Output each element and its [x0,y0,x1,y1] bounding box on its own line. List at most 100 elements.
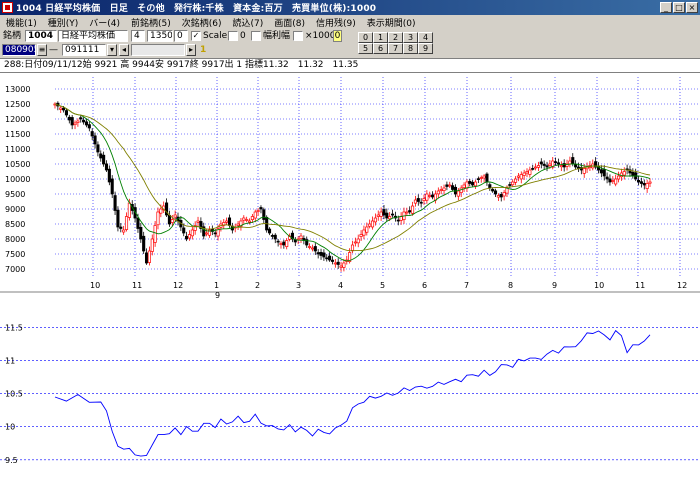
candle-down [642,182,646,186]
candle-down [562,163,566,168]
date-to-field[interactable]: 091111 [62,44,106,56]
candle-up [479,177,483,179]
candle-down [84,121,89,126]
candle-down [608,178,612,183]
date-dropdown-button[interactable]: ▾ [107,44,117,56]
candle-down [96,144,100,153]
menu-function[interactable]: 機能(1) [6,16,37,29]
indicator-y-tick-label: 9.5 [5,456,18,465]
menu-next-symbol[interactable]: 次銘柄(6) [182,16,222,29]
price-field[interactable]: 1350 [147,30,173,42]
candle-up [236,223,240,226]
candle-down [531,168,535,170]
candle-up [368,223,372,227]
candle-up [279,243,283,245]
menu-type[interactable]: 種別(Y) [48,16,79,29]
candle-down [322,252,326,258]
minimize-button[interactable]: _ [660,2,672,13]
price-x-tick-label: 1 [214,281,219,290]
candle-down [213,232,217,235]
candle-up [411,205,415,214]
candle-down [316,252,320,255]
candle-down [602,169,606,177]
menu-load[interactable]: 読込(7) [233,16,264,29]
date-from-field[interactable]: 080905 [2,44,36,56]
candle-down [267,228,272,234]
zero-check-label: 0 [240,31,246,41]
candle-up [245,219,249,221]
symbol-label: 銘柄 [3,31,22,41]
maximize-button[interactable]: □ [673,2,685,13]
price-y-tick-label: 11500 [5,130,30,139]
candle-up [448,184,452,187]
menu-screen[interactable]: 画面(8) [274,16,305,29]
candle-down [144,252,149,264]
zero-field[interactable]: 0 [174,30,188,42]
price-x-tick-label: 10 [594,281,604,290]
x1000-checkbox[interactable] [293,31,303,41]
candle-down [99,153,103,159]
candle-down [182,227,186,234]
zero-checkbox[interactable] [228,31,238,41]
candle-up [645,183,649,189]
num-button-3[interactable]: 3 [403,32,418,43]
candle-up [405,211,409,214]
candle-down [499,194,503,198]
menu-bar-type[interactable]: バー(4) [89,16,120,29]
candle-down [319,252,323,256]
candle-down [419,201,423,204]
candle-down [545,165,549,168]
price-y-tick-label: 12500 [5,100,30,109]
num-button-0[interactable]: 0 [358,32,373,43]
x1000-label: ×1000 [305,31,336,41]
candle-up [170,219,174,223]
price-x-tick-label: 7 [464,281,469,290]
candle-up [190,229,194,237]
symbol-code-field[interactable]: 1004 [25,30,57,42]
num-button-2[interactable]: 2 [388,32,403,43]
close-button[interactable]: × [686,2,698,13]
candle-up [159,208,163,214]
candle-down [493,190,498,195]
candle-down [468,181,472,184]
symbol-name-field[interactable]: 日経平均株価 [58,30,128,42]
price-x-tick-label: 5 [380,281,385,290]
candle-down [119,226,123,229]
candle-up [379,211,383,217]
scroll-right-button[interactable]: ▸ [186,44,196,56]
candle-down [276,240,280,243]
candle-up [502,192,506,197]
candle-up [73,122,77,126]
candle-down [142,235,146,252]
margin-checkbox[interactable] [251,31,261,41]
indicator-y-tick-label: 11.5 [5,324,23,333]
num-button-1[interactable]: 1 [373,32,388,43]
candle-up [616,175,621,180]
price-y-tick-label: 11000 [5,145,30,154]
indicator-y-tick-label: 11 [5,357,15,366]
candle-up [173,214,177,218]
candle-down [328,255,332,261]
date-spin-button[interactable]: ≡ [37,44,47,56]
scroll-left-button[interactable]: ◂ [119,44,129,56]
date-dash: — [49,45,58,55]
candle-down [93,135,97,145]
scroll-track[interactable] [131,44,185,56]
candle-up [456,190,460,197]
menu-margin[interactable]: 信用残(9) [316,16,356,29]
candle-down [139,226,143,240]
candle-up [525,171,529,174]
toolbar-row-1: 銘柄 1004 日経平均株価 4 1350 0 ✓ Scale 0 幅利幅 ×1… [0,30,700,44]
candle-up [536,165,540,168]
candle-up [614,178,618,185]
candle-down [390,213,395,216]
candle-up [582,168,586,174]
scale-label: Scale [203,31,228,41]
candle-down [491,188,495,192]
scale-checkbox[interactable]: ✓ [191,31,201,41]
num-button-4[interactable]: 4 [418,32,433,43]
menu-prev-symbol[interactable]: 前銘柄(5) [131,16,171,29]
bar-value-field[interactable]: 4 [131,30,145,42]
candle-down [102,154,106,165]
menu-period[interactable]: 表示期間(0) [367,16,416,29]
